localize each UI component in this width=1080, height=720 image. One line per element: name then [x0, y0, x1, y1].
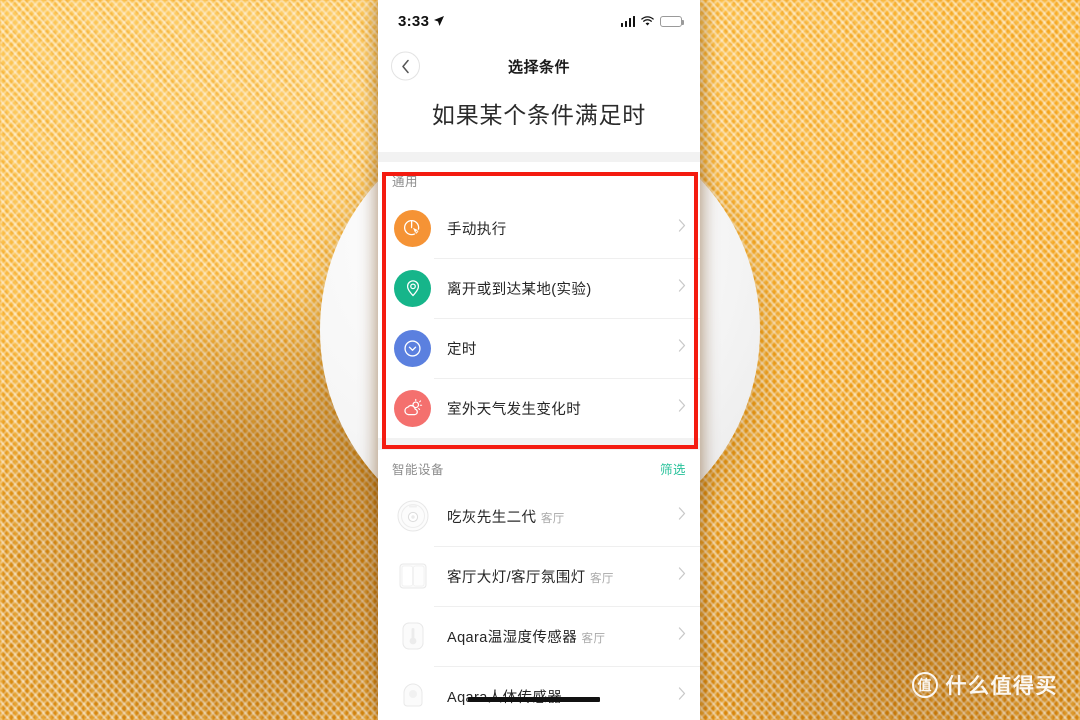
location-arrow-icon — [434, 16, 445, 26]
clock-icon — [394, 329, 431, 367]
location-pin-icon — [394, 269, 431, 307]
general-section-header: 通用 — [378, 162, 700, 198]
list-item-text: 吃灰先生二代 客厅 — [447, 506, 678, 527]
section-divider — [378, 152, 700, 162]
thermometer-sensor-icon — [394, 618, 431, 655]
watermark-text: 什么值得买 — [945, 675, 1058, 698]
chevron-right-icon — [678, 567, 686, 585]
list-item-title: 客厅大灯/客厅氛围灯 — [447, 569, 586, 586]
wifi-icon — [641, 16, 654, 26]
nav-bar: 选择条件 — [378, 42, 700, 90]
filter-link[interactable]: 筛选 — [660, 459, 686, 478]
list-item-weather[interactable]: 室外天气发生变化时 — [378, 378, 700, 438]
battery-charging-icon — [660, 15, 685, 27]
list-item-timer[interactable]: 定时 — [378, 318, 700, 378]
watermark: 值 什么值得买 — [911, 670, 1059, 700]
list-item-text: Aqara人体传感器 — [447, 686, 678, 707]
back-button[interactable] — [391, 51, 420, 81]
cursor-click-icon — [394, 209, 431, 247]
page-title: 选择条件 — [507, 58, 570, 76]
chevron-right-icon — [678, 399, 686, 417]
annotation-strikethrough — [468, 697, 600, 702]
chevron-right-icon — [678, 279, 686, 297]
status-bar-right — [620, 15, 685, 27]
robot-vacuum-icon — [394, 498, 431, 535]
section-divider-2 — [378, 438, 700, 450]
watermark-badge: 值 — [911, 672, 938, 698]
phone-screenshot: 3:33 选择条件 如果某个条件满足时 通用 手动执行 离开或到达某地(实验) … — [378, 0, 700, 720]
list-item-title: 手动执行 — [447, 221, 507, 238]
chevron-right-icon — [678, 627, 686, 645]
chevron-right-icon — [678, 339, 686, 357]
status-bar-time: 3:33 — [398, 12, 430, 30]
list-item-title: 定时 — [447, 341, 477, 358]
list-item-geofence[interactable]: 离开或到达某地(实验) — [378, 258, 700, 318]
list-item-device[interactable]: 吃灰先生二代 客厅 — [378, 486, 700, 546]
general-section: 通用 手动执行 离开或到达某地(实验) 定时 室外天气发生变化时 — [378, 162, 700, 438]
list-item-title: 离开或到达某地(实验) — [447, 281, 592, 298]
list-item-manual-run[interactable]: 手动执行 — [378, 198, 700, 258]
heading-block: 如果某个条件满足时 — [378, 90, 700, 152]
list-item-room: 客厅 — [589, 572, 614, 585]
chevron-right-icon — [678, 219, 686, 237]
chevron-right-icon — [678, 687, 686, 705]
list-item-title: 室外天气发生变化时 — [447, 401, 582, 418]
list-item-title: 吃灰先生二代 — [447, 509, 537, 526]
status-bar: 3:33 — [378, 0, 700, 42]
devices-section-label: 智能设备 — [392, 462, 445, 477]
list-item-text: Aqara温湿度传感器 客厅 — [447, 626, 678, 647]
list-item-room: 客厅 — [540, 512, 565, 525]
list-item-device[interactable]: 客厅大灯/客厅氛围灯 客厅 — [378, 546, 700, 606]
list-item-device[interactable]: Aqara温湿度传感器 客厅 — [378, 606, 700, 666]
chevron-left-icon — [402, 59, 409, 73]
list-item-text: 离开或到达某地(实验) — [447, 278, 678, 299]
status-bar-left: 3:33 — [398, 13, 445, 30]
list-item-text: 定时 — [447, 338, 678, 359]
motion-sensor-icon — [394, 678, 431, 715]
list-item-text: 室外天气发生变化时 — [447, 398, 678, 419]
devices-section: 智能设备 筛选 吃灰先生二代 客厅 客厅大灯/客厅氛围灯 客厅 Aqara温湿度… — [378, 450, 700, 720]
general-section-label: 通用 — [392, 174, 419, 189]
list-item-text: 客厅大灯/客厅氛围灯 客厅 — [447, 566, 678, 587]
wall-switch-icon — [394, 558, 431, 595]
list-item-text: 手动执行 — [447, 218, 678, 239]
list-item-device[interactable]: Aqara人体传感器 — [378, 666, 700, 720]
list-item-room: 客厅 — [581, 632, 606, 645]
cellular-signal-icon — [620, 15, 635, 27]
list-item-title: Aqara温湿度传感器 — [447, 629, 578, 646]
devices-section-header: 智能设备 筛选 — [378, 450, 700, 486]
weather-partly-cloudy-icon — [394, 389, 431, 427]
chevron-right-icon — [678, 507, 686, 525]
heading-text: 如果某个条件满足时 — [431, 102, 647, 128]
